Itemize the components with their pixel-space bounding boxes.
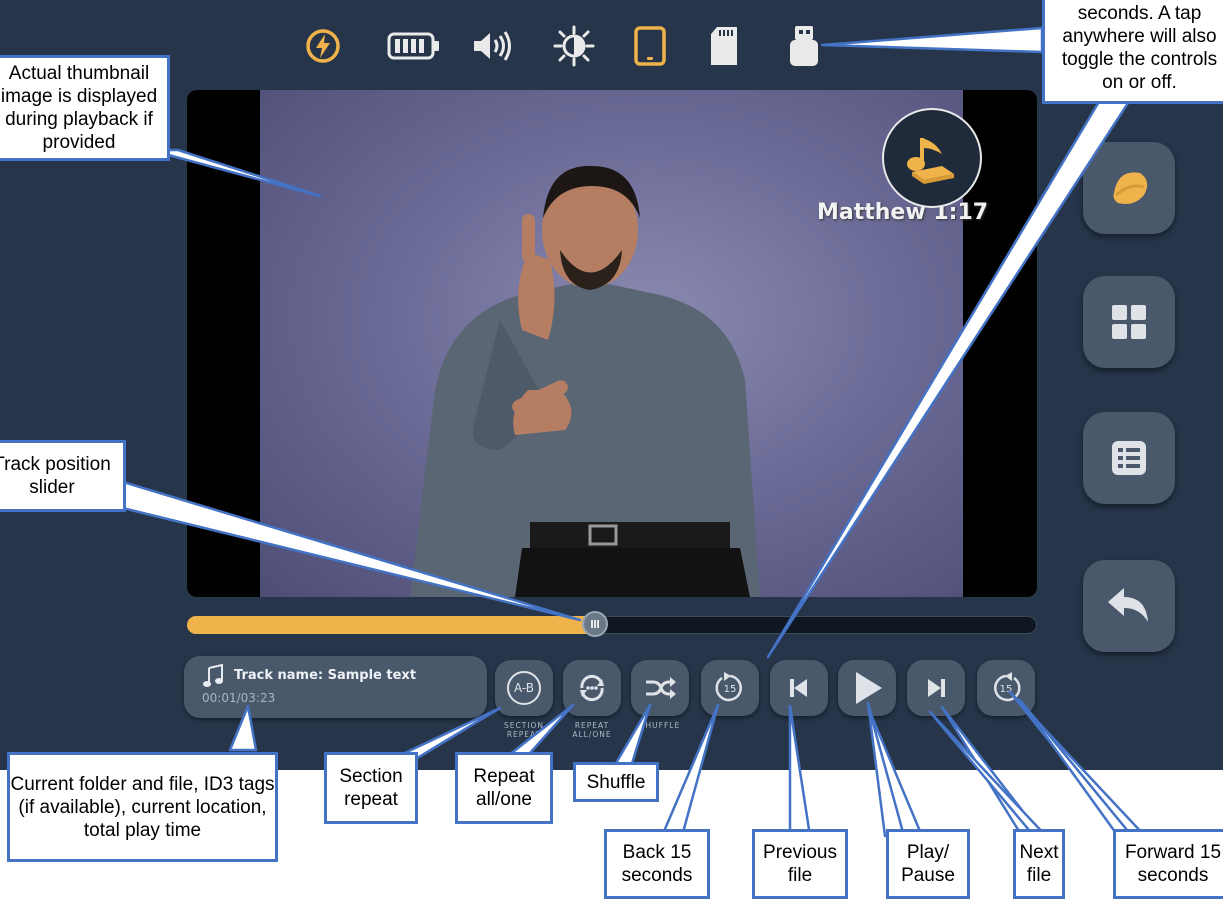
repeat-label: REPEAT ALL/ONE [572,721,612,739]
callout-play-pause: Play/ Pause [886,829,970,899]
track-time: 00:01/03:23 [202,691,276,705]
section-repeat-label: SECTION REPEAT [503,721,545,739]
previous-icon [790,679,807,697]
grid-view-button[interactable] [1083,276,1175,368]
next-file-button[interactable] [907,660,965,716]
forward-15-button[interactable]: 15 [977,660,1035,716]
callout-section-repeat: Section repeat [324,752,418,824]
shuffle-icon [646,677,676,699]
battery-icon[interactable] [386,24,442,68]
music-book-icon [882,108,982,208]
video-area[interactable]: Matthew 1:17 [187,90,1037,597]
callout-forward-15: Forward 15 seconds [1113,829,1223,899]
callout-next-file: Next file [1013,829,1065,899]
callout-shuffle: Shuffle [573,762,659,802]
section-repeat-badge: A-B [513,681,535,695]
music-note-icon [202,663,224,693]
back-15-button[interactable]: 15 [701,660,759,716]
media-player: Matthew 1:17 Track name: Sample text 00:… [0,0,1223,770]
verse-caption: Matthew 1:17 [817,200,989,225]
callout-thumbnail: Actual thumbnail image is displayed duri… [0,55,170,161]
sd-card-icon[interactable] [706,24,742,68]
tablet-icon[interactable] [630,24,670,68]
shuffle-button[interactable] [631,660,689,716]
back-button[interactable] [1083,560,1175,652]
list-view-button[interactable] [1083,412,1175,504]
usb-icon[interactable] [786,24,822,68]
play-icon [856,672,882,704]
back-15-badge: 15 [723,684,737,695]
slider-fill [187,616,595,634]
volume-icon[interactable] [467,24,517,68]
track-name: Track name: Sample text [234,668,417,683]
track-info-panel[interactable]: Track name: Sample text 00:01/03:23 [184,656,487,718]
callout-track-slider: Track position slider [0,440,126,512]
play-pause-button[interactable] [838,660,896,716]
forward-15-badge: 15 [999,684,1013,695]
track-position-slider[interactable] [187,611,1037,637]
section-repeat-button[interactable]: A-B [495,660,553,716]
video-frame [260,90,963,597]
slider-thumb[interactable] [582,611,608,637]
callout-back-15: Back 15 seconds [604,829,710,899]
callout-folder-info: Current folder and file, ID3 tags (if av… [7,752,278,862]
callout-repeat-all-one: Repeat all/one [455,752,553,824]
previous-file-button[interactable] [770,660,828,716]
app-mode-button[interactable] [1083,142,1175,234]
repeat-button[interactable] [563,660,621,716]
back-icon [1108,588,1148,622]
repeat-icon [580,674,604,702]
grid-icon [1112,305,1146,339]
callout-controls-toggle: seconds. A tap anywhere will also toggle… [1042,0,1223,104]
next-icon [928,679,945,697]
callout-previous-file: Previous file [752,829,848,899]
presenter-image [410,165,760,597]
app-mode-icon [1113,172,1148,204]
brightness-icon[interactable] [549,24,599,68]
list-icon [1112,441,1146,475]
shuffle-label: SHUFFLE [639,721,681,730]
power-icon[interactable] [303,24,343,68]
